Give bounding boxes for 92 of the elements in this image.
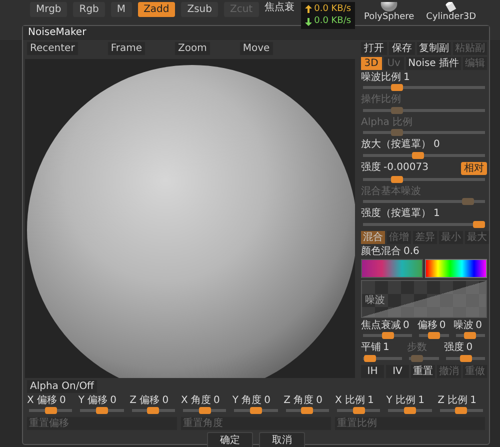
view-button[interactable]: Recenter xyxy=(27,42,78,54)
relative-toggle[interactable]: 相对 xyxy=(461,162,487,174)
slider-value: 1 xyxy=(383,342,390,354)
slider-thumb[interactable] xyxy=(412,152,424,158)
tab[interactable]: Noise 插件 xyxy=(406,56,462,70)
slider-track[interactable] xyxy=(363,220,485,228)
slider-thumb[interactable] xyxy=(301,407,314,414)
slider-thumb[interactable] xyxy=(460,354,472,362)
slider-value: 0 xyxy=(110,394,116,406)
slider-value: 0 xyxy=(439,320,446,331)
slider-label: 放大（按遮罩） xyxy=(361,139,431,150)
slider-thumb[interactable] xyxy=(364,354,376,362)
tool-button[interactable]: M xyxy=(110,2,132,17)
slider-label: 平铺 xyxy=(361,342,381,354)
slider-value: -0.00073 xyxy=(384,162,428,174)
tab[interactable]: 3D xyxy=(361,56,382,70)
slider-value: 1 xyxy=(434,208,440,220)
file-button[interactable]: 打开 xyxy=(361,42,387,54)
slider-label: 强度（按遮罩） xyxy=(361,208,431,220)
dialog-button[interactable]: 取消 xyxy=(259,432,305,447)
color-mix-value: 0.6 xyxy=(404,246,420,257)
slider-thumb[interactable] xyxy=(390,84,402,91)
slider-value: 0 xyxy=(162,394,169,406)
slider-label: 焦点衰减 xyxy=(361,320,401,331)
tool-button[interactable]: Zadd xyxy=(138,2,176,17)
slider-value: 0 xyxy=(60,394,66,406)
slider-label: 噪波 xyxy=(454,320,474,331)
slider-label: X 偏移 xyxy=(27,394,58,406)
slider-thumb[interactable] xyxy=(250,407,262,414)
dialog-button[interactable]: 确定 xyxy=(207,432,253,447)
file-button[interactable]: 复制副 xyxy=(417,42,451,54)
slider-thumb[interactable] xyxy=(473,220,485,228)
slider-thumb[interactable] xyxy=(464,332,476,339)
slider-thumb[interactable] xyxy=(198,407,211,414)
slider-track[interactable] xyxy=(408,354,440,362)
file-button[interactable]: 保存 xyxy=(389,42,415,54)
slider-value: 0 xyxy=(466,342,473,354)
view-button[interactable]: Zoom xyxy=(175,42,210,54)
focal-label: 焦点衰 xyxy=(264,2,295,14)
slider-label: Y 偏移 xyxy=(78,394,108,406)
slider-label: Y 角度 xyxy=(232,394,262,406)
tool-button[interactable]: Rgb xyxy=(73,2,105,17)
slider-thumb[interactable] xyxy=(96,407,108,414)
preview-label: 噪波 xyxy=(365,295,385,306)
slider-label: Z 偏移 xyxy=(130,394,160,406)
slider-thumb[interactable] xyxy=(382,332,394,339)
blend-mode-button[interactable]: 混合 xyxy=(361,230,385,244)
slider-value: 0 xyxy=(434,139,440,150)
slider-track[interactable] xyxy=(363,354,402,362)
tile-button[interactable]: 重置 xyxy=(411,364,435,378)
slider-label: Z 角度 xyxy=(284,394,314,406)
tool-button[interactable]: Mrgb xyxy=(30,2,68,17)
down-arrow-icon xyxy=(304,18,312,26)
slider-value: 0 xyxy=(403,320,410,331)
slider-thumb[interactable] xyxy=(455,407,468,414)
hue-color-picker[interactable] xyxy=(425,259,487,278)
view-button[interactable]: Move xyxy=(240,42,273,54)
slider-value: 0 xyxy=(264,394,270,406)
tile-button[interactable]: IH xyxy=(361,364,384,378)
slider-label: 强度 xyxy=(361,162,381,174)
color-mix-label: 颜色混合 xyxy=(361,246,401,257)
tool-thumbnail-label[interactable]: PolySphere xyxy=(364,12,414,22)
slider-thumb[interactable] xyxy=(404,407,416,414)
slider-value: 0 xyxy=(316,394,323,406)
slider-value: 1 xyxy=(368,394,374,406)
slider-thumb[interactable] xyxy=(147,407,160,414)
view-button[interactable]: Frame xyxy=(108,42,145,54)
slider-label: X 比例 xyxy=(334,394,365,406)
dialog-title: NoiseMaker xyxy=(23,26,489,40)
up-arrow-icon xyxy=(304,5,312,14)
slider-thumb[interactable] xyxy=(390,176,402,182)
slider-label: Y 比例 xyxy=(386,394,416,406)
slider-thumb[interactable] xyxy=(352,407,365,414)
slider-value: 1 xyxy=(404,72,410,83)
download-speed: 0.0 KB/s xyxy=(314,16,352,27)
tile-button[interactable]: IV xyxy=(386,364,409,378)
tool-button[interactable]: Zsub xyxy=(181,2,218,17)
slider-thumb[interactable] xyxy=(428,332,440,339)
slider-label: 偏移 xyxy=(417,320,438,331)
slider-label: 噪波比例 xyxy=(361,72,401,83)
color-picker[interactable] xyxy=(361,259,423,278)
slider-value: 0 xyxy=(214,394,220,406)
tool-thumbnail-label[interactable]: Cylinder3D xyxy=(426,12,476,22)
slider-label: Z 比例 xyxy=(438,394,468,406)
upload-speed: 0.0 KB/s xyxy=(314,4,352,14)
slider-label: X 角度 xyxy=(180,394,212,406)
slider-label: 强度 xyxy=(444,342,464,354)
slider-value: 0 xyxy=(476,320,482,331)
alpha-toggle-button[interactable]: Alpha On/Off xyxy=(27,380,97,392)
slider-value: 1 xyxy=(470,394,477,406)
slider-thumb[interactable] xyxy=(44,407,57,414)
slider-value: 1 xyxy=(418,394,424,406)
